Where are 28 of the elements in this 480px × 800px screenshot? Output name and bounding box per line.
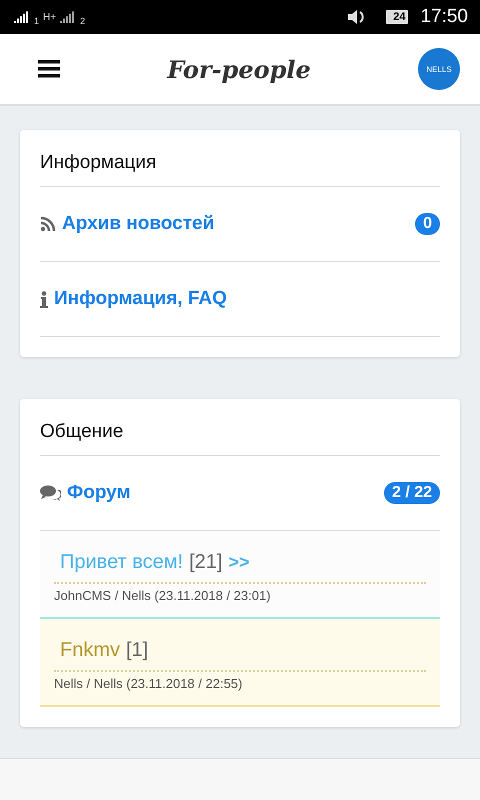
section-title: Информация (40, 138, 440, 187)
signal-icon (60, 11, 76, 23)
topic-meta: Nells / Nells (23.11.2018 / 22:55) (54, 675, 244, 691)
network-type: H+ (43, 12, 56, 22)
section-link[interactable]: Форум (67, 482, 378, 504)
topic-meta: JohnCMS / Nells (23.11.2018 / 23:01) (54, 587, 272, 603)
comments-icon (40, 485, 61, 501)
sim-label: 1 (34, 16, 40, 26)
last-page-link[interactable]: >> (228, 552, 250, 573)
section-link[interactable]: Архив новостей (62, 213, 410, 235)
rss-icon (40, 216, 56, 232)
volume-icon (346, 8, 366, 26)
topic-link[interactable]: Привет всем! (60, 551, 184, 574)
sim-label: 2 (80, 16, 86, 26)
count-badge: 0 (415, 213, 440, 235)
menu-icon[interactable] (38, 60, 60, 78)
count-badge: 2 / 22 (384, 482, 440, 504)
section-title: Общение (40, 407, 440, 456)
info-icon (40, 290, 48, 308)
reply-count: [21] (189, 551, 222, 574)
signal-icon (14, 11, 30, 23)
section-link[interactable]: Информация, FAQ (54, 288, 440, 310)
user-avatar[interactable]: NELLS (418, 48, 460, 90)
topic-link[interactable]: Fnkmv (60, 639, 120, 662)
site-logo[interactable]: For-people (60, 54, 418, 84)
reply-count: [1] (126, 639, 148, 662)
clock: 17:50 (420, 6, 468, 28)
battery-level: 24 (386, 10, 408, 24)
